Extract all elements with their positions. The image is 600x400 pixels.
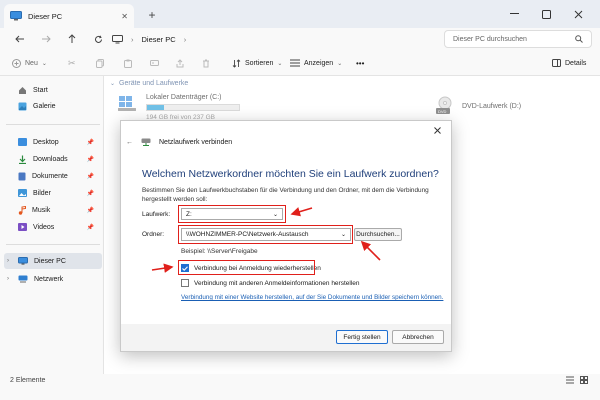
annotation-arrow-folder: [360, 240, 381, 261]
annotation-arrow-reconnect: [151, 263, 174, 273]
annotation-arrow-drive: [290, 207, 313, 217]
annotation-arrows: [151, 207, 381, 273]
